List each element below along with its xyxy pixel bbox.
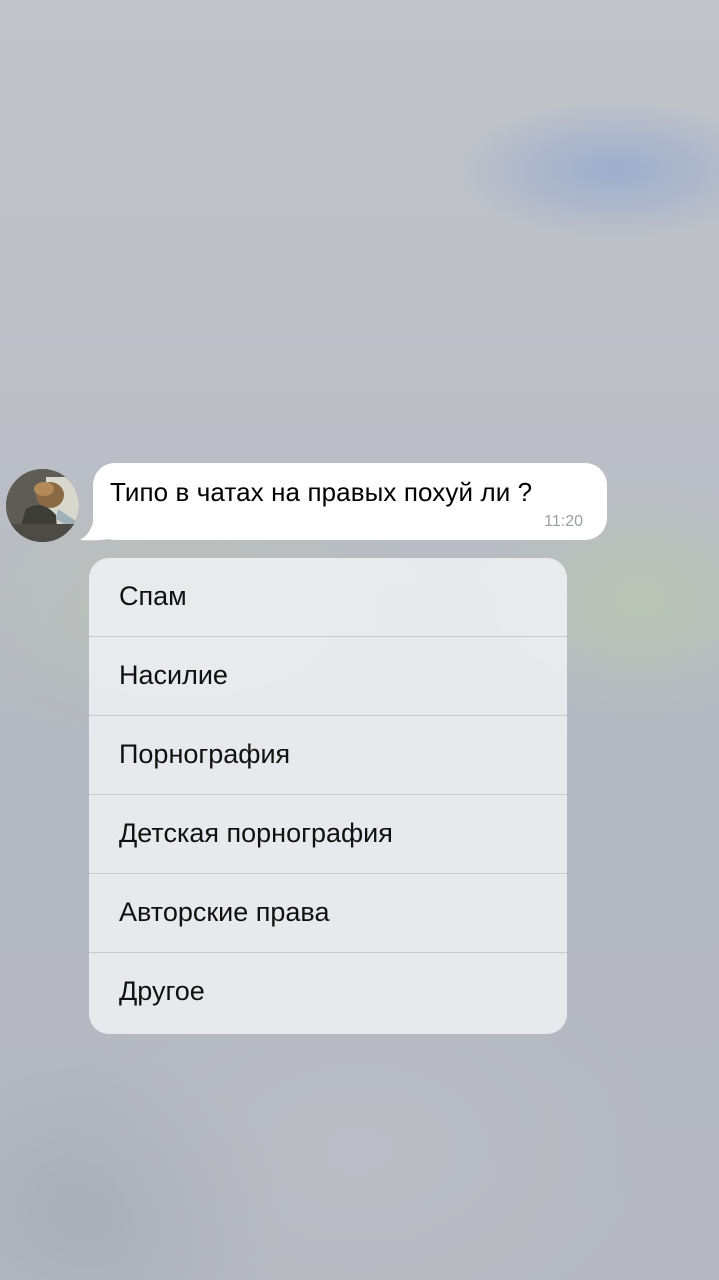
sender-avatar[interactable]: [6, 469, 79, 542]
message-text: Типо в чатах на правых похуй ли ?: [110, 477, 533, 507]
menu-item-pornography[interactable]: Порнография: [89, 716, 567, 795]
menu-item-child-abuse[interactable]: Детская порнография: [89, 795, 567, 874]
menu-item-label: Другое: [119, 976, 205, 1006]
message-timestamp: 11:20: [544, 513, 583, 530]
menu-item-label: Авторские права: [119, 897, 330, 927]
menu-item-label: Спам: [119, 581, 187, 611]
message-bubble[interactable]: Типо в чатах на правых похуй ли ? 11:20: [93, 463, 607, 540]
report-reason-menu: Спам Насилие Порнография Детская порногр…: [89, 558, 567, 1034]
menu-item-label: Порнография: [119, 739, 291, 769]
menu-item-other[interactable]: Другое: [89, 953, 567, 1032]
menu-item-label: Детская порнография: [119, 818, 393, 848]
menu-item-violence[interactable]: Насилие: [89, 637, 567, 716]
avatar-photo-icon: [6, 469, 79, 542]
menu-item-copyright[interactable]: Авторские права: [89, 874, 567, 953]
menu-item-spam[interactable]: Спам: [89, 558, 567, 637]
menu-item-label: Насилие: [119, 660, 228, 690]
